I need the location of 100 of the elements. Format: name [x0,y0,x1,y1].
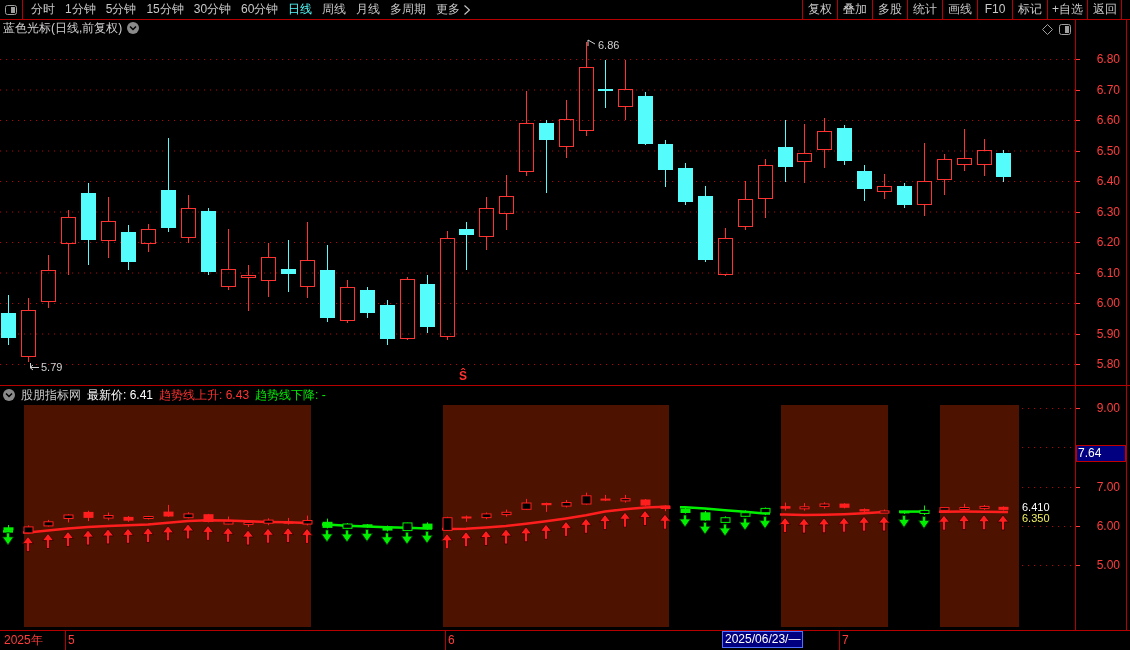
candlestick [499,174,514,231]
up-arrow-icon [262,527,274,544]
candlestick [977,138,992,177]
period-tab[interactable]: 多周期 [386,0,431,19]
panel-toggle-icon[interactable] [1059,24,1071,35]
mini-candlestick [163,504,174,518]
mini-candlestick [143,515,154,520]
mini-candlestick [501,509,512,518]
up-arrow-icon [560,521,572,537]
candlestick [738,180,753,231]
up-arrow-icon [798,517,810,534]
candlestick [817,117,832,169]
up-arrow-icon [599,514,611,530]
candlestick [121,224,136,271]
up-arrow-icon [222,526,234,543]
period-tab[interactable]: 分时 [27,0,59,19]
mini-candlestick [839,502,850,509]
cursor-value-label: 7.64 [1076,445,1126,462]
period-tab[interactable]: 60分钟 [237,0,283,19]
candlestick [479,196,494,251]
mini-candlestick [362,523,373,529]
up-arrow-icon [659,513,671,530]
period-tab[interactable]: 月线 [352,0,385,19]
toolbar-button[interactable]: 标记 [1012,0,1047,19]
candlestick [797,123,812,184]
mini-candlestick [123,515,134,523]
toolbar-button[interactable]: 画线 [942,0,977,19]
toolbar-button[interactable]: F10 [977,0,1012,19]
price-axis-label: 6.70 [1096,83,1120,97]
mini-candlestick [3,524,14,532]
time-axis-label: 5 [68,632,75,648]
up-arrow-icon [480,530,492,546]
trend-up-value: 趋势线上升: 6.43 [159,388,250,402]
period-tab[interactable]: 30分钟 [189,0,236,19]
toolbar-button[interactable]: 返回 [1087,0,1122,19]
low-price-label: 5.79 [41,360,63,374]
up-arrow-icon [162,525,174,542]
mini-candlestick [223,516,234,525]
period-tab[interactable]: 1分钟 [61,0,100,19]
indicator-axis-label: 6.00 [1096,519,1120,533]
toolbar-button[interactable]: 统计 [907,0,942,19]
toolbar-button[interactable]: 复权 [802,0,837,19]
up-arrow-icon [779,517,791,533]
up-arrow-icon [580,517,592,534]
price-axis-label: 6.20 [1096,235,1120,249]
panel-toggle-icon [5,4,17,15]
time-axis-label: 2025年 [4,632,43,648]
down-arrow-icon [341,529,353,543]
mini-candlestick [283,517,294,526]
chevron-down-icon[interactable] [3,389,15,401]
signal-marker: Ŝ [459,369,467,383]
up-arrow-icon [500,528,512,545]
up-arrow-icon [142,527,154,543]
mini-candlestick [263,517,274,526]
period-tab[interactable]: 15分钟 [142,0,188,19]
period-tab[interactable]: 日线 [284,0,317,19]
up-arrow-icon [818,517,830,534]
mini-candlestick [561,499,572,508]
candlestick [261,242,276,298]
mini-candlestick [620,494,631,504]
candlestick [21,297,36,363]
candlestick [957,128,972,172]
mini-candlestick [660,504,671,512]
chevron-down-icon[interactable] [127,22,140,34]
more-menu-button[interactable]: 更多 [432,0,475,19]
candlestick [201,207,216,276]
time-axis-label: 7 [842,632,849,648]
down-arrow-icon [918,516,930,529]
up-arrow-icon [540,523,552,540]
down-arrow-icon [759,516,771,529]
up-arrow-icon [858,515,870,532]
toolbar-button[interactable]: 叠加 [837,0,872,19]
toolbar-button[interactable]: 多股 [872,0,907,19]
up-arrow-icon [102,528,114,545]
mini-candlestick [799,502,810,512]
up-arrow-icon [639,510,651,526]
mini-candlestick [879,509,890,514]
up-arrow-icon [838,516,850,533]
up-arrow-icon [441,533,453,550]
mini-candlestick [581,492,592,506]
chart-title: 蓝色光标(日线,前复权) [3,21,123,35]
candlestick [837,124,852,166]
candlestick [937,153,952,196]
mini-candlestick [342,522,353,530]
indicator-name: 股朋指标网 [21,388,81,402]
period-tab[interactable]: 5分钟 [101,0,141,19]
candlestick [658,139,673,188]
up-arrow-icon [202,525,214,541]
up-arrow-icon [42,533,54,549]
candlestick [877,173,892,200]
period-tab[interactable]: 周线 [318,0,351,19]
diamond-icon[interactable] [1042,24,1053,35]
down-arrow-icon [679,514,691,528]
price-axis-label: 6.60 [1096,113,1120,127]
mini-candlestick [899,510,910,515]
mini-candlestick [183,511,194,519]
time-axis-label: 6 [448,632,455,648]
toolbar-button[interactable]: +自选 [1047,0,1087,19]
candlestick [559,99,574,159]
candlestick [380,299,395,346]
